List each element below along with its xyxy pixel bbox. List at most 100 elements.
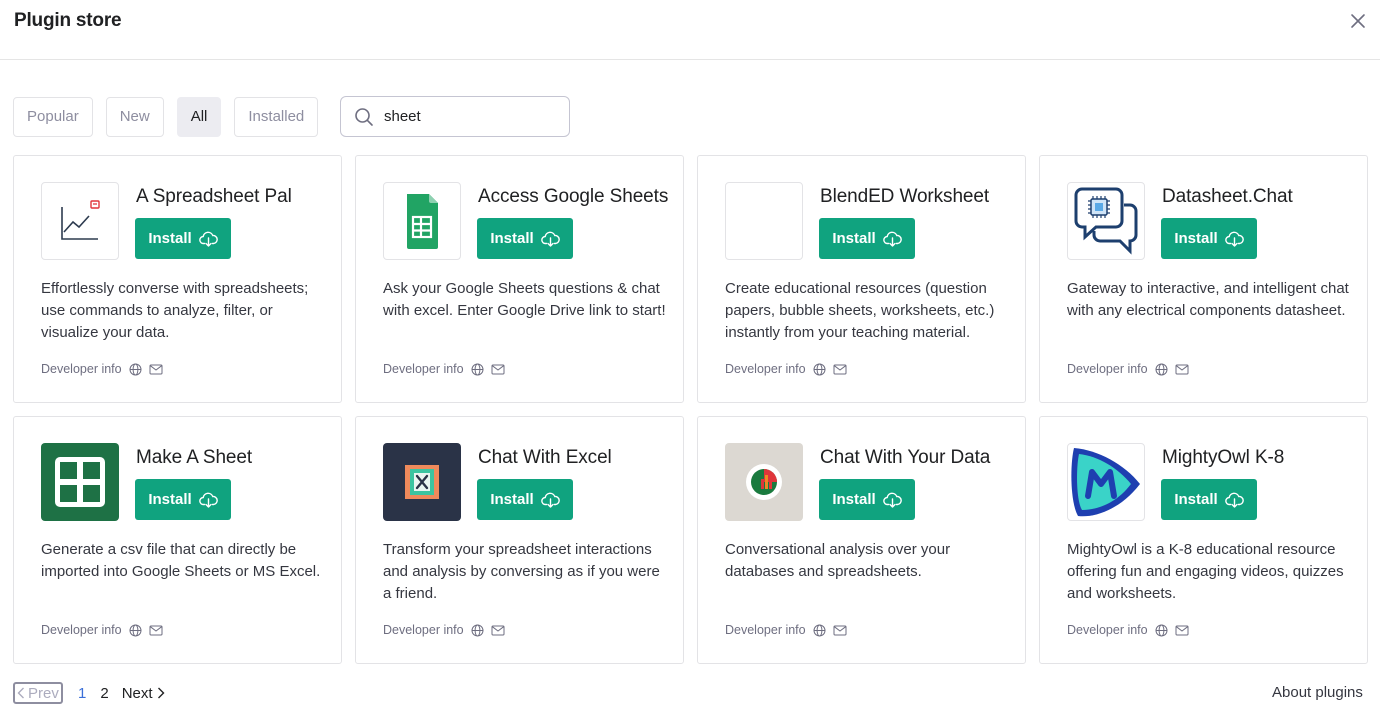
website-link[interactable] bbox=[1155, 624, 1168, 637]
email-link[interactable] bbox=[1175, 625, 1189, 636]
email-link[interactable] bbox=[1175, 364, 1189, 375]
about-plugins-link[interactable]: About plugins bbox=[1272, 684, 1363, 701]
plugin-name: A Spreadsheet Pal bbox=[136, 186, 292, 207]
mail-icon bbox=[833, 364, 847, 374]
page-2[interactable]: 2 bbox=[100, 685, 108, 702]
next-page-button[interactable]: Next bbox=[122, 685, 165, 702]
plugin-card: Make A Sheet Install Generate a csv file… bbox=[13, 416, 342, 664]
grid-icon bbox=[41, 443, 119, 521]
plugin-description: Generate a csv file that can directly be… bbox=[41, 541, 321, 580]
tab-new[interactable]: New bbox=[105, 96, 164, 137]
install-label: Install bbox=[1174, 491, 1218, 508]
prev-page-button[interactable]: Prev bbox=[13, 682, 63, 704]
close-button[interactable] bbox=[1346, 9, 1370, 33]
globe-icon bbox=[1155, 624, 1168, 636]
plugin-card: Chat With Your Data Install Conversation… bbox=[697, 416, 1026, 664]
mail-icon bbox=[149, 364, 163, 374]
developer-info: Developer info bbox=[383, 362, 505, 376]
developer-info: Developer info bbox=[383, 623, 505, 637]
plugin-name: Chat With Your Data bbox=[820, 447, 991, 468]
email-link[interactable] bbox=[149, 364, 163, 375]
globe-icon bbox=[129, 624, 142, 636]
tab-all[interactable]: All bbox=[176, 96, 222, 137]
install-label: Install bbox=[148, 230, 192, 247]
page-title: Plugin store bbox=[14, 10, 122, 31]
plugin-description: MightyOwl is a K-8 educational resource … bbox=[1067, 541, 1344, 602]
search-input[interactable] bbox=[384, 108, 554, 125]
plugin-description: Create educational resources (question p… bbox=[725, 280, 995, 341]
install-button[interactable]: Install bbox=[477, 479, 573, 520]
plugin-name: Datasheet.Chat bbox=[1162, 186, 1293, 207]
plugin-logo bbox=[41, 443, 119, 521]
tab-popular[interactable]: Popular bbox=[13, 96, 93, 137]
website-link[interactable] bbox=[129, 363, 142, 376]
email-link[interactable] bbox=[491, 625, 505, 636]
mightyowl-icon bbox=[1071, 448, 1140, 517]
plugin-name: MightyOwl K-8 bbox=[1162, 447, 1285, 468]
plugin-logo bbox=[383, 182, 461, 260]
globe-icon bbox=[129, 363, 142, 375]
website-link[interactable] bbox=[471, 363, 484, 376]
filter-tabs: Popular New All Installed bbox=[13, 96, 331, 137]
cloud-download-icon bbox=[198, 231, 218, 247]
developer-info: Developer info bbox=[41, 623, 163, 637]
mail-icon bbox=[1175, 625, 1189, 635]
globe-icon bbox=[471, 363, 484, 375]
prev-label: Prev bbox=[28, 684, 59, 702]
install-button[interactable]: Install bbox=[819, 218, 915, 259]
excel-chat-icon bbox=[383, 443, 461, 521]
developer-info: Developer info bbox=[725, 362, 847, 376]
header: Plugin store bbox=[0, 0, 1380, 60]
install-button[interactable]: Install bbox=[819, 479, 915, 520]
plugin-logo bbox=[41, 182, 119, 260]
email-link[interactable] bbox=[833, 625, 847, 636]
plugin-logo bbox=[1067, 443, 1145, 521]
website-link[interactable] bbox=[129, 624, 142, 637]
plugin-name: Chat With Excel bbox=[478, 447, 612, 468]
plugin-card: Access Google Sheets Install Ask your Go… bbox=[355, 155, 684, 403]
globe-icon bbox=[471, 624, 484, 636]
install-button[interactable]: Install bbox=[1161, 479, 1257, 520]
plugin-description: Ask your Google Sheets questions & chat … bbox=[383, 280, 666, 319]
line-chart-icon bbox=[61, 200, 100, 240]
website-link[interactable] bbox=[813, 363, 826, 376]
plugin-description: Transform your spreadsheet interactions … bbox=[383, 541, 660, 602]
email-link[interactable] bbox=[149, 625, 163, 636]
install-button[interactable]: Install bbox=[477, 218, 573, 259]
plugin-card: A Spreadsheet Pal Install Effortlessly c… bbox=[13, 155, 342, 403]
plugin-name: Access Google Sheets bbox=[478, 186, 669, 207]
developer-info-label: Developer info bbox=[41, 623, 122, 637]
developer-info: Developer info bbox=[1067, 623, 1189, 637]
developer-info-label: Developer info bbox=[383, 362, 464, 376]
mail-icon bbox=[491, 364, 505, 374]
email-link[interactable] bbox=[491, 364, 505, 375]
mail-icon bbox=[491, 625, 505, 635]
install-label: Install bbox=[1174, 230, 1218, 247]
pagination: Prev 1 2 Next bbox=[13, 682, 165, 704]
plugin-grid: A Spreadsheet Pal Install Effortlessly c… bbox=[13, 155, 1369, 664]
website-link[interactable] bbox=[813, 624, 826, 637]
email-link[interactable] bbox=[833, 364, 847, 375]
blank-logo bbox=[726, 183, 802, 259]
plugin-name: BlendED Worksheet bbox=[820, 186, 990, 207]
install-label: Install bbox=[148, 491, 192, 508]
chevron-right-icon bbox=[157, 687, 165, 699]
developer-info-label: Developer info bbox=[41, 362, 122, 376]
cloud-download-icon bbox=[1224, 492, 1244, 508]
plugin-card: Datasheet.Chat Install Gateway to intera… bbox=[1039, 155, 1368, 403]
globe-icon bbox=[813, 363, 826, 375]
website-link[interactable] bbox=[1155, 363, 1168, 376]
install-button[interactable]: Install bbox=[135, 479, 231, 520]
website-link[interactable] bbox=[471, 624, 484, 637]
install-button[interactable]: Install bbox=[1161, 218, 1257, 259]
install-label: Install bbox=[832, 491, 876, 508]
plugin-description: Effortlessly converse with spreadsheets;… bbox=[41, 280, 309, 341]
developer-info-label: Developer info bbox=[725, 362, 806, 376]
tab-installed[interactable]: Installed bbox=[234, 96, 319, 137]
developer-info-label: Developer info bbox=[725, 623, 806, 637]
install-button[interactable]: Install bbox=[135, 218, 231, 259]
page-1[interactable]: 1 bbox=[78, 685, 86, 702]
developer-info-label: Developer info bbox=[1067, 362, 1148, 376]
plugin-name: Make A Sheet bbox=[136, 447, 253, 468]
mail-icon bbox=[833, 625, 847, 635]
